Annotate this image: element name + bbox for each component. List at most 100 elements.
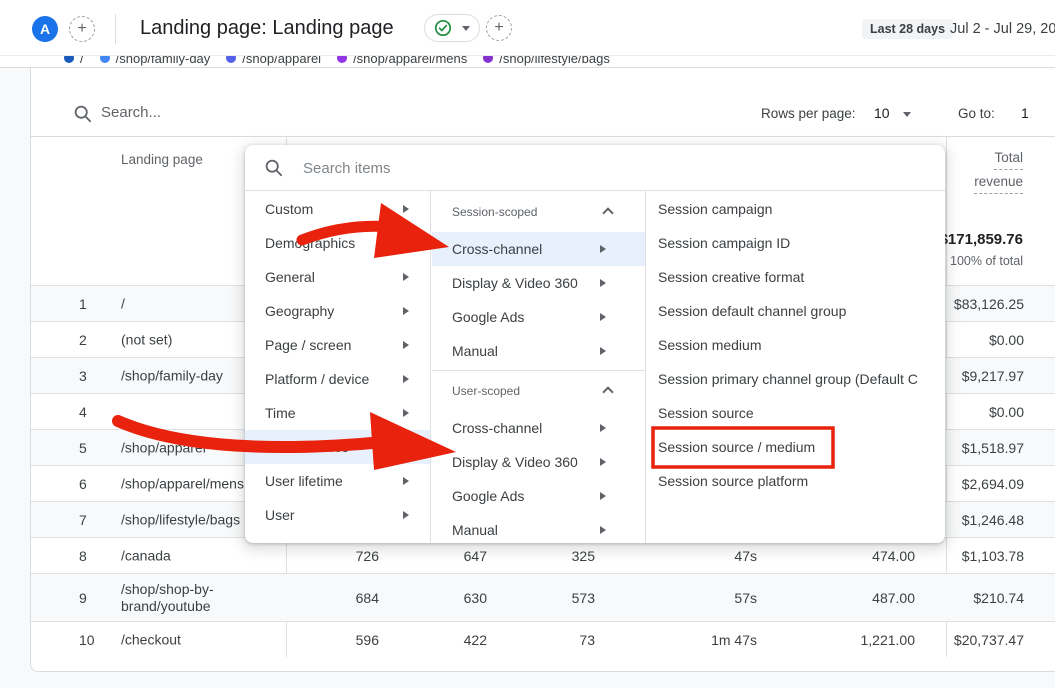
revenue-cell: $83,126.25 — [954, 296, 1024, 312]
landing-page-cell: /shop/shop-by-brand/youtube — [121, 581, 279, 615]
menu-item-user[interactable]: User — [245, 498, 430, 532]
metric-cell: 57s — [734, 590, 757, 606]
metric-cell: 422 — [464, 632, 487, 648]
submenu-arrow-icon — [403, 273, 409, 281]
submenu-arrow-icon — [403, 511, 409, 519]
submenu-arrow-icon — [600, 424, 606, 432]
menu-item-label: Google Ads — [452, 488, 524, 504]
menu-item-general[interactable]: General — [245, 260, 430, 294]
menu-item-session-creative-format[interactable]: Session creative format — [645, 260, 945, 294]
menu-item-display-video-360-session[interactable]: Display & Video 360 — [432, 266, 645, 300]
row-index: 3 — [79, 368, 87, 384]
revenue-cell: $9,217.97 — [962, 368, 1024, 384]
menu-item-session-default-channel-group[interactable]: Session default channel group — [645, 294, 945, 328]
menu-item-google-ads-user[interactable]: Google Ads — [432, 479, 645, 513]
chevron-down-icon[interactable] — [903, 112, 911, 117]
menu-item-user-lifetime[interactable]: User lifetime — [245, 464, 430, 498]
menu-item-platform-device[interactable]: Platform / device — [245, 362, 430, 396]
menu-item-demographics[interactable]: Demographics — [245, 226, 430, 260]
row-index: 6 — [79, 476, 87, 492]
submenu-arrow-icon — [403, 477, 409, 485]
menu-item-label: User lifetime — [265, 473, 343, 489]
menu-item-google-ads-session[interactable]: Google Ads — [432, 300, 645, 334]
menu-item-manual-user[interactable]: Manual — [432, 513, 645, 543]
table-row: 10 /checkout 596 422 73 1m 47s 1,221.00 … — [31, 621, 1055, 657]
menu-item-label: Display & Video 360 — [452, 454, 578, 470]
submenu-arrow-icon — [600, 526, 606, 534]
menu-item-label: User — [265, 507, 295, 523]
legend-dot — [337, 56, 347, 63]
rows-per-page-select[interactable]: 10 — [874, 105, 890, 121]
column-header-total-revenue[interactable]: Total revenue — [974, 148, 1023, 196]
metric-cell: 487.00 — [872, 590, 915, 606]
row-index: 9 — [79, 590, 87, 606]
menu-item-session-source-platform[interactable]: Session source platform — [645, 464, 945, 498]
submenu-arrow-icon — [403, 239, 409, 247]
totals-share: 100% of total — [950, 254, 1023, 268]
column-header-landing-page[interactable]: Landing page — [121, 152, 203, 167]
date-range-text[interactable]: Jul 2 - Jul 29, 202 — [950, 21, 1055, 37]
metric-cell: 73 — [579, 632, 595, 648]
scope-label: User-scoped — [452, 384, 520, 398]
submenu-arrow-icon — [403, 443, 409, 451]
divider — [245, 190, 945, 191]
menu-item-cross-channel-user[interactable]: Cross-channel — [432, 411, 645, 445]
picker-search-input[interactable]: Search items — [303, 160, 391, 177]
add-report-icon[interactable]: + — [486, 15, 512, 41]
revenue-cell: $1,103.78 — [962, 548, 1024, 564]
divider — [430, 191, 431, 543]
menu-item-session-medium[interactable]: Session medium — [645, 328, 945, 362]
go-to-input[interactable]: 1 — [1021, 105, 1029, 121]
revenue-cell: $210.74 — [973, 590, 1024, 606]
picker-dimension-list: Session campaign Session campaign ID Ses… — [645, 192, 945, 498]
menu-item-session-campaign[interactable]: Session campaign — [645, 192, 945, 226]
user-scoped-header[interactable]: User-scoped — [432, 371, 645, 411]
page-title: Landing page: Landing page — [140, 17, 394, 40]
dimension-picker-menu: Search items Custom Demographics General… — [245, 145, 945, 543]
menu-item-label: Session primary channel group (Default C — [658, 371, 918, 387]
menu-item-label: Custom — [265, 201, 313, 217]
table-row: 9 /shop/shop-by-brand/youtube 684 630 57… — [31, 573, 1055, 621]
menu-item-traffic-source[interactable]: Traffic source — [245, 430, 430, 464]
menu-item-custom[interactable]: Custom — [245, 192, 430, 226]
report-status-pill[interactable] — [424, 14, 480, 42]
menu-item-cross-channel-session[interactable]: Cross-channel — [432, 232, 645, 266]
menu-item-session-primary-channel-group[interactable]: Session primary channel group (Default C — [645, 362, 945, 396]
menu-item-time[interactable]: Time — [245, 396, 430, 430]
legend-item: /shop/apparel/mens — [337, 56, 467, 66]
avatar[interactable]: A — [32, 16, 58, 42]
legend-dot — [226, 56, 236, 63]
metric-cell: 647 — [464, 548, 487, 564]
revenue-cell: $1,246.48 — [962, 512, 1024, 528]
date-range-badge[interactable]: Last 28 days — [862, 19, 953, 39]
metric-cell: 684 — [356, 590, 379, 606]
revenue-cell: $1,518.97 — [962, 440, 1024, 456]
menu-item-label: Display & Video 360 — [452, 275, 578, 291]
menu-item-label: Page / screen — [265, 337, 351, 353]
menu-item-label: Session campaign ID — [658, 235, 790, 251]
picker-subcategory-list: Session-scoped Cross-channel Display & V… — [432, 192, 645, 543]
session-scoped-header[interactable]: Session-scoped — [432, 192, 645, 232]
menu-item-label: Session medium — [658, 337, 762, 353]
menu-item-display-video-360-user[interactable]: Display & Video 360 — [432, 445, 645, 479]
metric-cell: 630 — [464, 590, 487, 606]
menu-item-manual-session[interactable]: Manual — [432, 334, 645, 368]
submenu-arrow-icon — [403, 205, 409, 213]
menu-item-label: Session creative format — [658, 269, 804, 285]
menu-item-session-campaign-id[interactable]: Session campaign ID — [645, 226, 945, 260]
row-index: 10 — [79, 632, 95, 648]
submenu-arrow-icon — [403, 307, 409, 315]
chevron-up-icon — [602, 386, 613, 397]
menu-item-label: Google Ads — [452, 309, 524, 325]
metric-cell: 325 — [572, 548, 595, 564]
add-comparison-icon[interactable]: + — [69, 16, 95, 42]
menu-item-session-source[interactable]: Session source — [645, 396, 945, 430]
menu-item-session-source-medium[interactable]: Session source / medium — [645, 430, 945, 464]
submenu-arrow-icon — [403, 375, 409, 383]
legend-item: / — [64, 56, 84, 66]
table-search-input[interactable]: Search... — [101, 104, 161, 121]
rows-per-page-label: Rows per page: — [761, 106, 856, 121]
menu-item-geography[interactable]: Geography — [245, 294, 430, 328]
menu-item-label: Demographics — [265, 235, 355, 251]
menu-item-page-screen[interactable]: Page / screen — [245, 328, 430, 362]
